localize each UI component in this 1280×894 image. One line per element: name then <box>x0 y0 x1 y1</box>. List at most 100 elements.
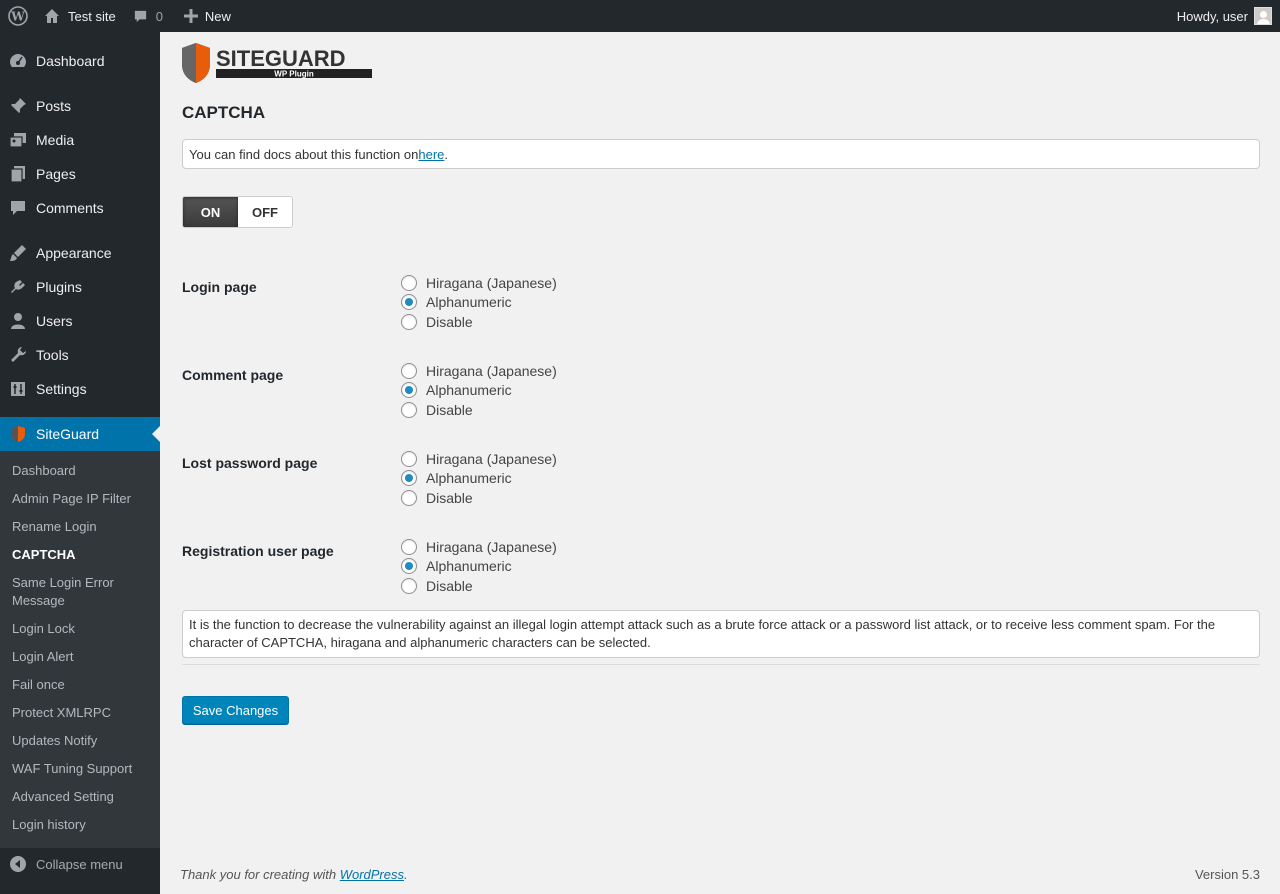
menu-pages[interactable]: Pages <box>0 157 160 191</box>
submenu-captcha[interactable]: CAPTCHA <box>12 546 152 564</box>
group-label: Lost password page <box>182 455 318 471</box>
radio-option[interactable]: Disable <box>401 312 473 332</box>
group-label: Registration user page <box>182 543 334 559</box>
submenu-login-alert[interactable]: Login Alert <box>12 648 152 666</box>
radio-button-selected[interactable] <box>401 294 417 310</box>
dashboard-icon <box>0 51 36 71</box>
new-label: New <box>204 8 231 24</box>
menu-label: Plugins <box>36 279 82 295</box>
radio-label: Alphanumeric <box>426 470 512 486</box>
radio-button[interactable] <box>401 314 417 330</box>
submenu-protect-xmlrpc[interactable]: Protect XMLRPC <box>12 704 152 722</box>
menu-dashboard[interactable]: Dashboard <box>0 44 160 78</box>
radio-option[interactable]: Alphanumeric <box>401 468 512 488</box>
radio-option[interactable]: Alphanumeric <box>401 556 512 576</box>
menu-users[interactable]: Users <box>0 304 160 338</box>
radio-option[interactable]: Hiragana (Japanese) <box>401 273 557 293</box>
radio-label: Disable <box>426 402 473 418</box>
thanks-end: . <box>404 866 408 882</box>
function-description: It is the function to decrease the vulne… <box>182 610 1260 658</box>
wordpress-logo-icon[interactable]: W <box>0 0 36 32</box>
collapse-arrow-icon <box>0 855 36 873</box>
radio-button-selected[interactable] <box>401 470 417 486</box>
save-changes-button[interactable]: Save Changes <box>182 696 289 724</box>
menu-label: Appearance <box>36 245 112 261</box>
radio-button[interactable] <box>401 402 417 418</box>
radio-label: Disable <box>426 490 473 506</box>
version-text: Version 5.3 <box>1194 866 1260 882</box>
submenu-advanced-setting[interactable]: Advanced Setting <box>12 788 152 806</box>
submenu-login-history[interactable]: Login history <box>12 816 152 834</box>
menu-tools[interactable]: Tools <box>0 338 160 372</box>
thanks-text: Thank you for creating with <box>180 866 340 882</box>
radio-label: Hiragana (Japanese) <box>426 363 557 379</box>
submenu-same-login-error-message[interactable]: Same Login Error Message <box>12 574 152 610</box>
radio-label: Alphanumeric <box>426 294 512 310</box>
submenu-admin-page-ip-filter[interactable]: Admin Page IP Filter <box>12 490 152 508</box>
menu-label: Settings <box>36 381 87 397</box>
radio-button[interactable] <box>401 490 417 506</box>
collapse-label: Collapse menu <box>36 856 123 872</box>
menu-plugins[interactable]: Plugins <box>0 270 160 304</box>
submenu-updates-notify[interactable]: Updates Notify <box>12 732 152 750</box>
radio-option[interactable]: Alphanumeric <box>401 292 512 312</box>
radio-label: Disable <box>426 578 473 594</box>
divider <box>182 664 1260 665</box>
menu-comments[interactable]: Comments <box>0 191 160 225</box>
radio-label: Hiragana (Japanese) <box>426 275 557 291</box>
radio-option[interactable]: Hiragana (Japanese) <box>401 537 557 557</box>
plug-icon <box>0 277 36 297</box>
radio-option[interactable]: Hiragana (Japanese) <box>401 361 557 381</box>
menu-posts[interactable]: Posts <box>0 89 160 123</box>
siteguard-logo: SITEGUARD WP Plugin <box>182 42 374 84</box>
docs-text: You can find docs about this function on <box>189 146 419 162</box>
submenu-waf-tuning-support[interactable]: WAF Tuning Support <box>12 760 152 778</box>
radio-option[interactable]: Hiragana (Japanese) <box>401 449 557 469</box>
user-icon <box>0 311 36 331</box>
docs-notice: You can find docs about this function on… <box>182 139 1260 169</box>
menu-siteguard[interactable]: SiteGuard <box>0 417 160 451</box>
radio-label: Alphanumeric <box>426 558 512 574</box>
submenu-dashboard[interactable]: Dashboard <box>12 462 152 480</box>
radio-option[interactable]: Disable <box>401 576 473 596</box>
radio-button-selected[interactable] <box>401 382 417 398</box>
comments-link[interactable]: 0 <box>123 0 170 32</box>
menu-settings[interactable]: Settings <box>0 372 160 406</box>
submenu-login-lock[interactable]: Login Lock <box>12 620 152 638</box>
site-name: Test site <box>68 8 116 24</box>
my-account-link[interactable]: Howdy, user <box>1170 0 1280 32</box>
logo-brand: SITEGUARD <box>216 46 346 71</box>
new-content-link[interactable]: New <box>170 0 238 32</box>
radio-option[interactable]: Disable <box>401 400 473 420</box>
collapse-menu-button[interactable]: Collapse menu <box>0 848 160 880</box>
toggle-off[interactable]: OFF <box>238 197 292 227</box>
radio-label: Hiragana (Japanese) <box>426 539 557 555</box>
menu-label: Comments <box>36 200 104 216</box>
howdy-text: Howdy, user <box>1176 8 1248 24</box>
captcha-toggle: ON OFF <box>182 196 293 228</box>
wrench-icon <box>0 345 36 365</box>
radio-button[interactable] <box>401 363 417 379</box>
avatar <box>1254 7 1272 25</box>
radio-option[interactable]: Disable <box>401 488 473 508</box>
wordpress-link[interactable]: WordPress <box>340 867 404 882</box>
submenu-fail-once[interactable]: Fail once <box>12 676 152 694</box>
comment-icon <box>0 198 36 218</box>
menu-label: Users <box>36 313 73 329</box>
menu-appearance[interactable]: Appearance <box>0 236 160 270</box>
brush-icon <box>0 243 36 263</box>
admin-sidebar: Dashboard Posts Media Pages Comments App… <box>0 32 160 894</box>
radio-button[interactable] <box>401 275 417 291</box>
radio-button[interactable] <box>401 539 417 555</box>
menu-media[interactable]: Media <box>0 123 160 157</box>
radio-button[interactable] <box>401 451 417 467</box>
radio-button[interactable] <box>401 578 417 594</box>
radio-label: Hiragana (Japanese) <box>426 451 557 467</box>
docs-link[interactable]: here <box>418 147 444 162</box>
radio-option[interactable]: Alphanumeric <box>401 380 512 400</box>
toggle-on[interactable]: ON <box>183 197 238 227</box>
radio-label: Alphanumeric <box>426 382 512 398</box>
radio-button-selected[interactable] <box>401 558 417 574</box>
site-name-link[interactable]: Test site <box>36 0 123 32</box>
submenu-rename-login[interactable]: Rename Login <box>12 518 152 536</box>
